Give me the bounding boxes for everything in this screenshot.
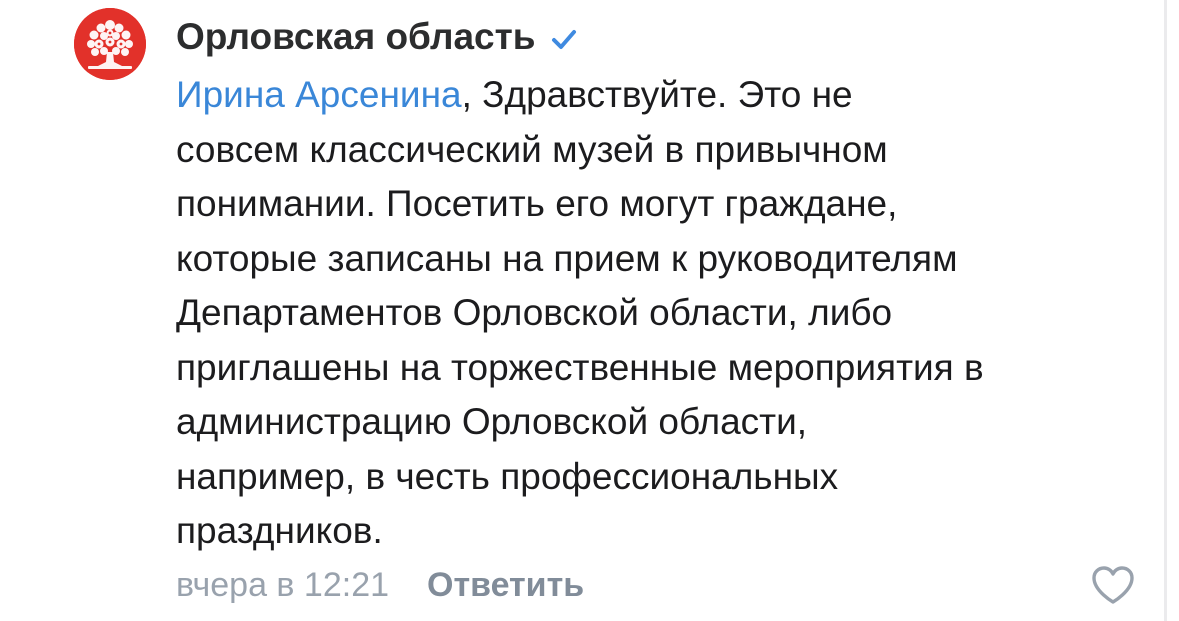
verified-check-icon: [550, 25, 578, 53]
tree-logo-icon: [74, 8, 146, 80]
comment-line-1: Ирина Арсенина, Здравствуйте. Это не: [176, 68, 1151, 123]
comment-line-7: администрацию Орловской области,: [176, 401, 808, 442]
comment-line-2: совсем классический музей в привычном: [176, 128, 888, 170]
author-name[interactable]: Орловская область: [176, 16, 536, 58]
comment-line-9: праздников.: [176, 510, 383, 551]
comment-line-8: например, в честь профессиональных: [176, 455, 839, 497]
comment-line-6: приглашены на торжественные мероприятия …: [176, 346, 984, 388]
comment-line-5: Департаментов Орловской области, либо: [176, 292, 893, 333]
comment-line-text: , Здравствуйте. Это не: [461, 74, 853, 115]
comment-line-4: которые записаны на прием к руководителя…: [176, 237, 958, 279]
like-button[interactable]: [1089, 563, 1137, 607]
mention-link[interactable]: Ирина Арсенина: [176, 74, 462, 115]
reply-button[interactable]: Ответить: [427, 566, 584, 605]
comment-card: Орловская область Ирина Арсенина, Здравс…: [0, 0, 1179, 621]
heart-icon: [1092, 566, 1134, 604]
comment-text: Ирина Арсенина, Здравствуйте. Это не сов…: [176, 68, 1151, 559]
comment-header: Орловская область: [176, 8, 578, 66]
comment-line-3: понимании. Посетить его могут граждане,: [176, 183, 898, 224]
comment-timestamp: вчера в 12:21: [176, 565, 390, 604]
avatar[interactable]: [74, 8, 146, 80]
scroll-edge: [1164, 0, 1167, 621]
comment-footer: вчера в 12:21 Ответить: [176, 560, 584, 610]
